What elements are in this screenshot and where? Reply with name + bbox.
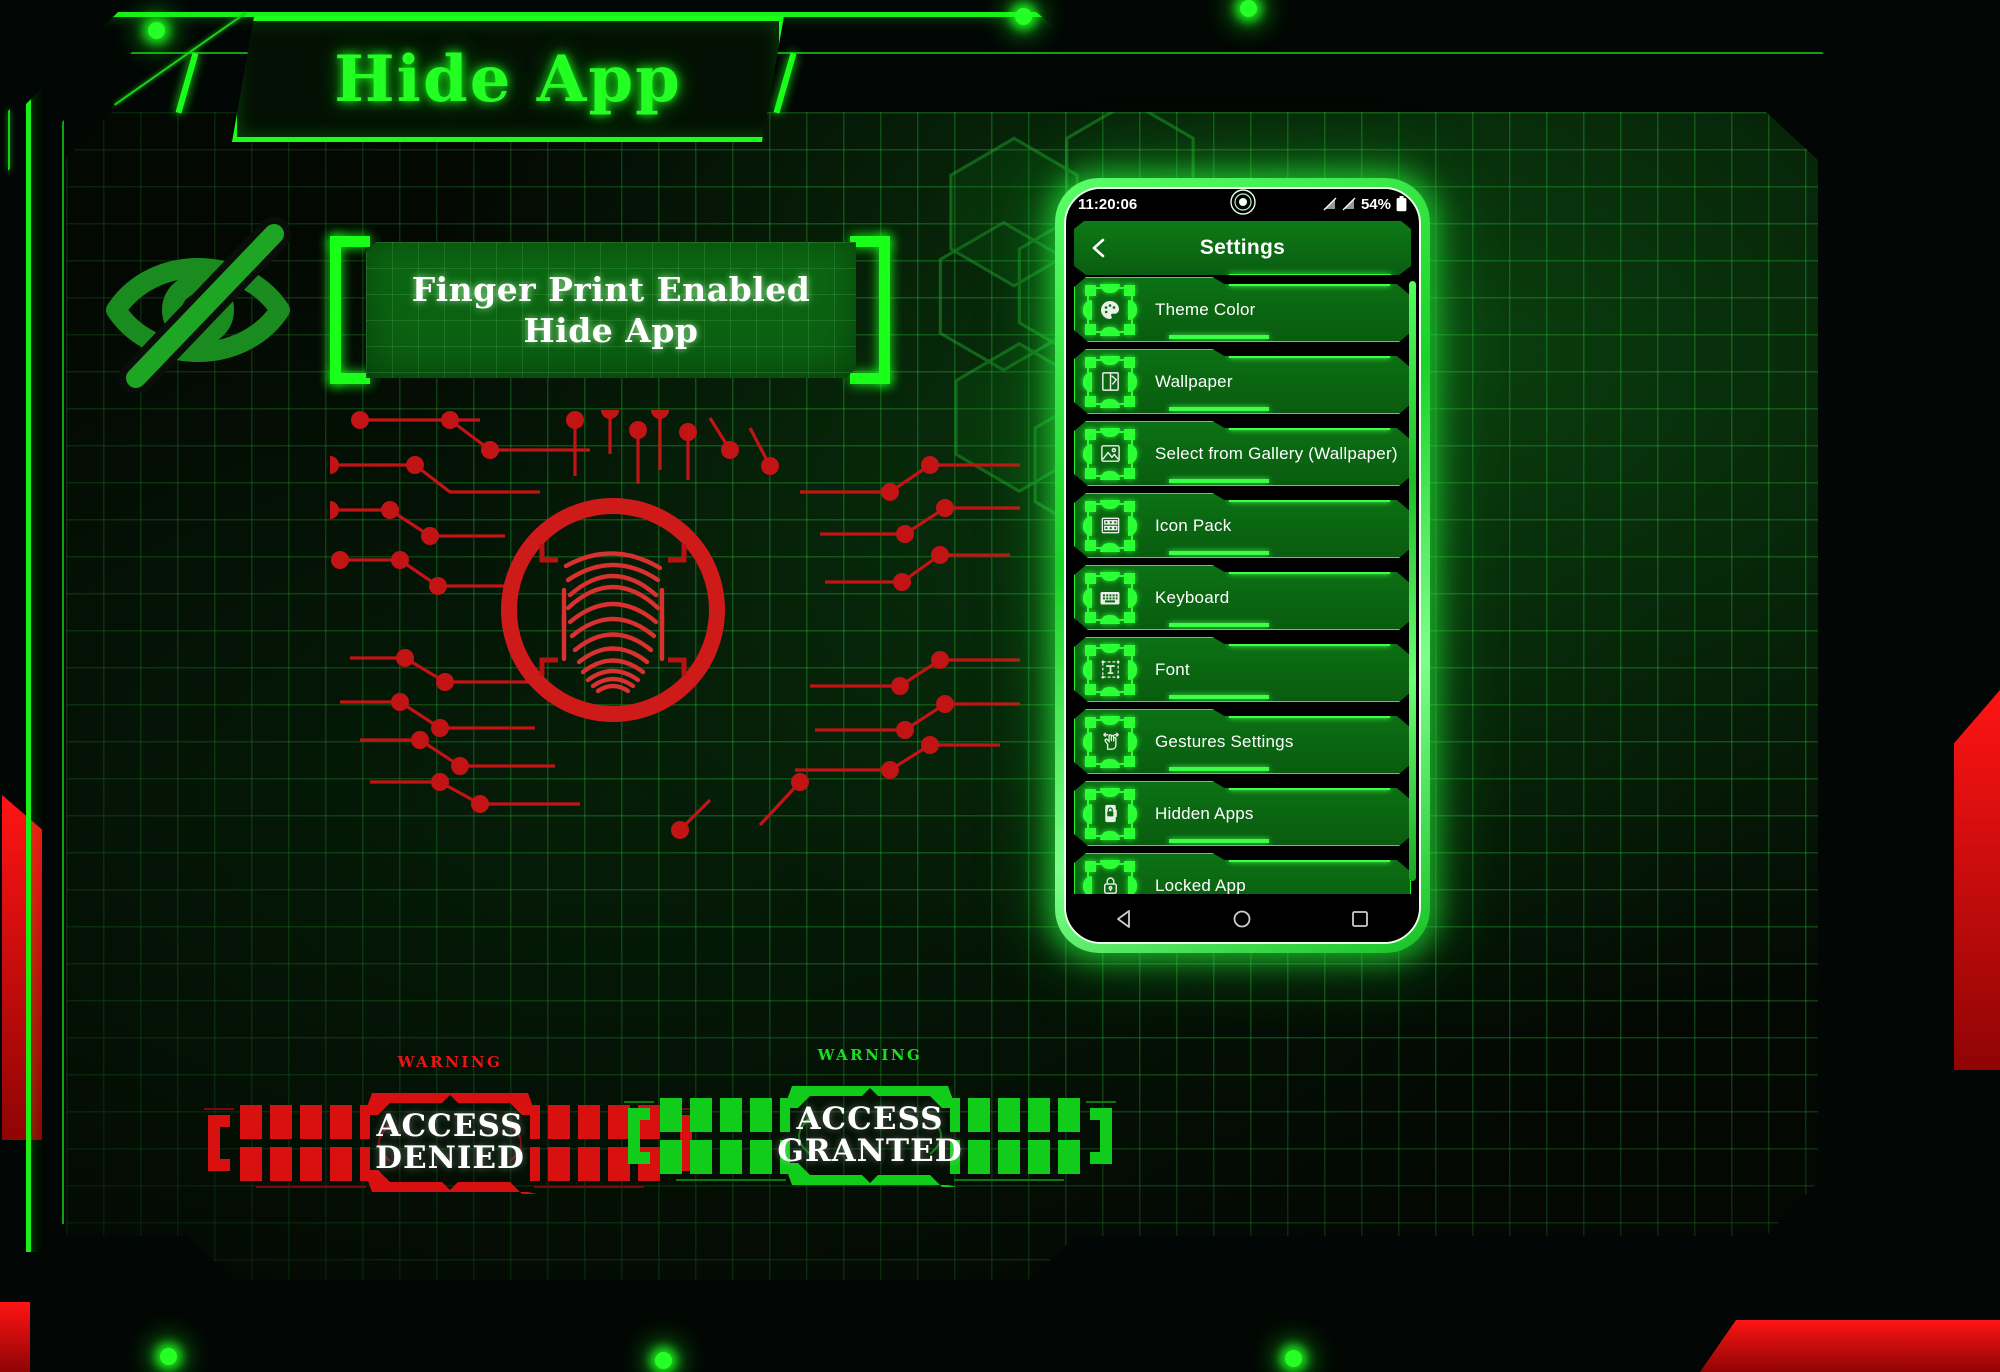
- bracket-left: [330, 236, 372, 384]
- hud-stage: Hide App Finger Print Enabled Hide App W…: [0, 0, 2000, 1372]
- settings-row-theme-color[interactable]: Theme Color: [1074, 277, 1411, 342]
- settings-row-label: Theme Color: [1155, 299, 1256, 319]
- badge-line-1: ACCESS: [796, 1100, 944, 1137]
- frame-accent-bottom-left: [0, 1302, 30, 1372]
- settings-header-title: Settings: [1199, 236, 1286, 259]
- wallpaper-icon: [1087, 359, 1133, 405]
- phone-lock-icon: [1087, 791, 1133, 837]
- keyboard-icon: [1087, 575, 1133, 621]
- settings-row-label: Locked App: [1155, 875, 1246, 894]
- battery-icon: [1396, 196, 1407, 212]
- frame-accent-right: [1954, 690, 2000, 1070]
- settings-row-gestures-settings[interactable]: Gestures Settings: [1074, 709, 1411, 774]
- page-title: Hide App: [334, 41, 682, 117]
- settings-row-label: Hidden Apps: [1155, 803, 1254, 823]
- status-line-2: Hide App: [523, 311, 699, 350]
- settings-header: Settings: [1074, 221, 1411, 275]
- eye-off-icon: [106, 217, 291, 392]
- settings-row-hidden-apps[interactable]: Hidden Apps: [1074, 781, 1411, 846]
- settings-row-label: Font: [1155, 659, 1190, 679]
- fingerprint-scan-icon[interactable]: [330, 410, 1020, 840]
- settings-list[interactable]: Theme Color Wallpaper Select from Galler…: [1066, 277, 1419, 894]
- signal-slash-icon: [1342, 197, 1356, 211]
- settings-row-wallpaper[interactable]: Wallpaper: [1074, 349, 1411, 414]
- badge-line-2: DENIED: [375, 1139, 525, 1176]
- frame-trace: [8, 109, 10, 171]
- node-dot: [655, 1352, 672, 1369]
- settings-row-label: Gestures Settings: [1155, 731, 1294, 751]
- status-line-1: Finger Print Enabled: [411, 270, 811, 309]
- android-nav-bar: [1066, 896, 1419, 942]
- node-dot: [1285, 1350, 1302, 1367]
- hand-gesture-icon: [1087, 719, 1133, 765]
- nav-recents-icon[interactable]: [1349, 908, 1371, 930]
- badge-line-2: GRANTED: [777, 1132, 963, 1169]
- settings-row-select-from-gallery[interactable]: Select from Gallery (Wallpaper): [1074, 421, 1411, 486]
- node-dot: [160, 1348, 177, 1365]
- settings-scrollbar[interactable]: [1409, 281, 1416, 881]
- battery-percent-label: 54%: [1360, 195, 1391, 213]
- fingerprint-status-panel: Finger Print Enabled Hide App: [366, 242, 856, 378]
- signal-slash-icon: [1323, 197, 1337, 211]
- status-bar-time: 11:20:06: [1078, 195, 1138, 213]
- badge-line-1: ACCESS: [376, 1107, 524, 1144]
- palette-icon: [1087, 287, 1133, 333]
- phone-screen: 11:20:06 54% Settings Theme Color Wallpa…: [1064, 187, 1421, 944]
- settings-row-icon-pack[interactable]: Icon Pack: [1074, 493, 1411, 558]
- node-dot: [1015, 8, 1032, 25]
- badge-warning-label: WARNING: [817, 1046, 923, 1064]
- text-format-icon: [1087, 647, 1133, 693]
- settings-row-font[interactable]: Font: [1074, 637, 1411, 702]
- padlock-icon: [1087, 863, 1133, 895]
- settings-row-label: Wallpaper: [1155, 371, 1233, 391]
- badge-text: ACCESS GRANTED: [620, 1068, 1120, 1203]
- phone-status-bar: 11:20:06 54%: [1066, 189, 1419, 219]
- settings-row-label: Icon Pack: [1155, 515, 1232, 535]
- icon-grid-icon: [1087, 503, 1133, 549]
- frame-accent-bottom-right: [1700, 1320, 2000, 1372]
- status-panel-wrap: Finger Print Enabled Hide App: [330, 236, 890, 384]
- front-camera-icon: [1229, 189, 1256, 215]
- node-dot: [1240, 0, 1257, 17]
- nav-home-icon[interactable]: [1231, 908, 1253, 930]
- settings-row-locked-app[interactable]: Locked App: [1074, 853, 1411, 894]
- nav-back-icon[interactable]: [1114, 908, 1136, 930]
- chevron-left-icon[interactable]: [1088, 237, 1110, 259]
- settings-row-label: Keyboard: [1155, 587, 1230, 607]
- status-badge-access-granted: WARNING ACCESS GRANTED: [620, 1046, 1120, 1203]
- settings-row-keyboard[interactable]: Keyboard: [1074, 565, 1411, 630]
- settings-row-label: Select from Gallery (Wallpaper): [1155, 443, 1398, 463]
- phone-mockup: 11:20:06 54% Settings Theme Color Wallpa…: [1055, 178, 1430, 953]
- node-dot: [148, 22, 165, 39]
- image-icon: [1087, 431, 1133, 477]
- app-title-banner: Hide App: [232, 16, 784, 142]
